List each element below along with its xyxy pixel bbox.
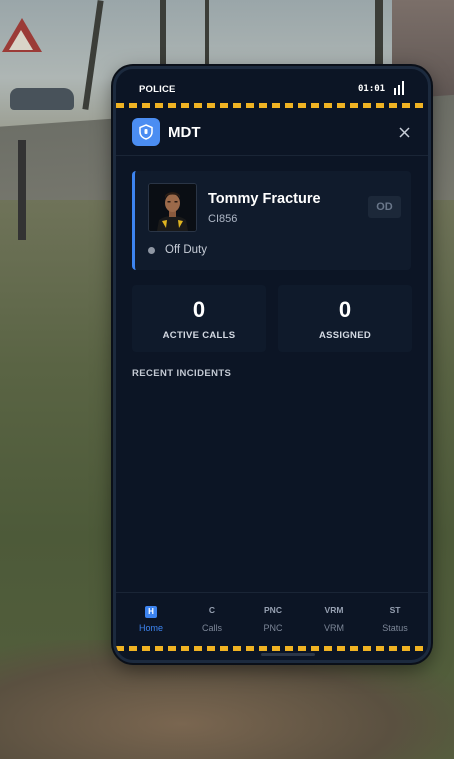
clock: 01:01 [358,84,386,94]
status-bar: POLICE 01:01 [116,69,428,105]
app-header: MDT [116,111,428,156]
duty-status-text: Off Duty [165,244,207,256]
pnc-icon: PNC [264,605,282,615]
shield-icon [132,118,160,146]
nav-status-label: Status [382,623,408,633]
active-calls-label: ACTIVE CALLS [162,330,236,341]
calls-icon: C [208,605,216,615]
officer-name: Tommy Fracture [208,191,321,207]
close-icon[interactable] [394,122,414,142]
bottom-navigation: H Home C Calls PNC PNC VRM VRM ST Status [116,592,428,643]
assigned-label: ASSIGNED [318,330,372,341]
recent-incidents-title: RECENT INCIDENTS [132,368,232,379]
tree-trunk [205,0,209,70]
hazard-stripe-bottom [116,646,428,651]
app-title: MDT [168,124,201,141]
parked-car [10,88,74,110]
home-icon: H [145,606,157,618]
mdt-device: POLICE 01:01 MDT Tommy Fracture CI856 OD… [113,66,431,663]
active-calls-card[interactable]: 0 ACTIVE CALLS [132,285,266,352]
home-indicator[interactable] [261,653,315,656]
duty-status-badge[interactable]: OD [368,196,401,218]
assigned-card[interactable]: 0 ASSIGNED [278,285,412,352]
nav-vrm-label: VRM [324,623,344,633]
nav-home[interactable]: H Home [121,593,181,643]
nav-pnc-label: PNC [263,623,283,633]
officer-profile-card: Tommy Fracture CI856 OD Off Duty [132,171,411,270]
nav-home-label: Home [138,623,163,633]
nav-calls-label: Calls [201,623,222,633]
officer-callsign: CI856 [208,213,238,225]
nav-status[interactable]: ST Status [365,593,425,643]
hazard-stripe-top [116,103,428,108]
status-indicator-icon [148,247,155,254]
tree-trunk [160,0,166,70]
nav-pnc[interactable]: PNC PNC [243,593,303,643]
department-label: POLICE [139,84,176,95]
status-icon: ST [389,605,401,615]
signal-icon [394,81,406,95]
nav-calls[interactable]: C Calls [182,593,242,643]
active-calls-count: 0 [192,297,206,322]
warning-sign-inner [9,30,33,50]
roadside-post [18,140,26,240]
assigned-count: 0 [338,297,352,322]
vrm-icon: VRM [324,605,344,615]
avatar [148,183,197,232]
nav-vrm[interactable]: VRM VRM [304,593,364,643]
